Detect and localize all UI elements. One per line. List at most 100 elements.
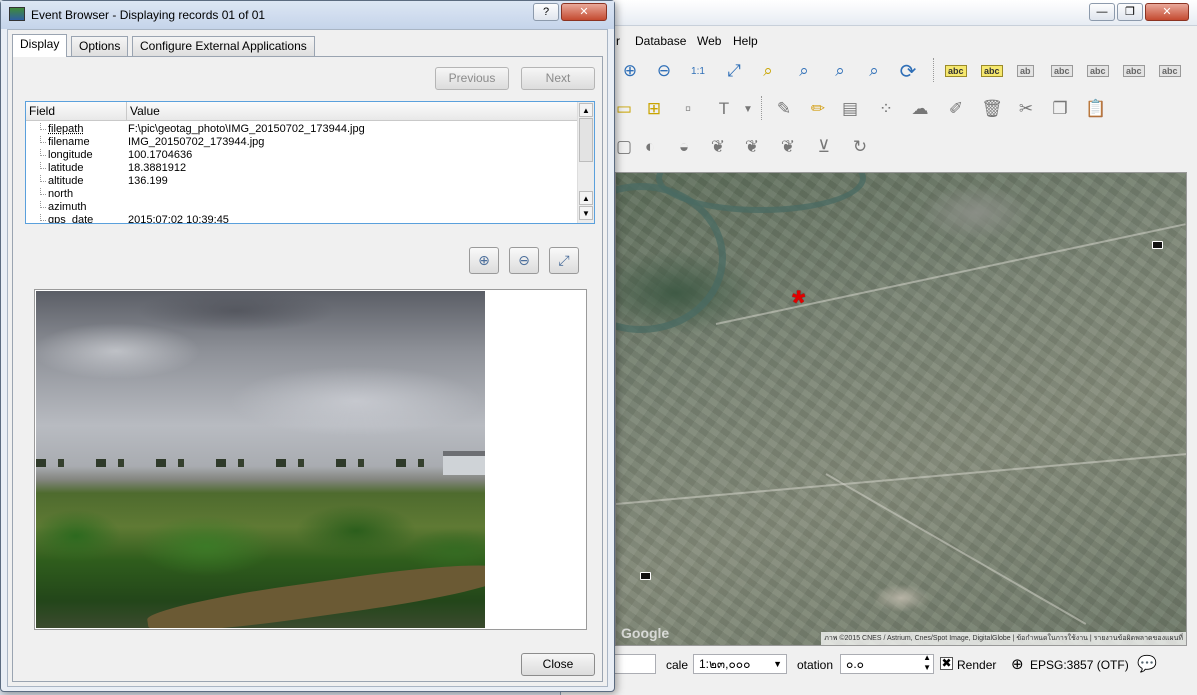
rotation-spinbox[interactable]: ๐.๐ ▲ ▼ xyxy=(840,653,934,674)
reshape-icon[interactable]: ❦ xyxy=(775,134,801,160)
table-row[interactable]: north xyxy=(26,188,578,201)
tab-configure-external-applications[interactable]: Configure External Applications xyxy=(132,36,315,56)
label-rotate-icon[interactable]: abc xyxy=(1087,65,1109,77)
camera-icon[interactable] xyxy=(640,572,651,580)
rotate-point-icon[interactable]: ↻ xyxy=(847,134,873,160)
zoom-next-icon[interactable]: ⌕ xyxy=(861,58,887,84)
offset-curve-icon[interactable]: ⊻ xyxy=(811,134,837,160)
zoom-native-icon[interactable]: 1:1 xyxy=(685,58,711,84)
field-name: latitude xyxy=(48,162,84,174)
menu-help[interactable]: Help xyxy=(733,34,758,48)
table-vertical-scrollbar[interactable]: ▲ ▲ ▼ xyxy=(577,102,594,223)
fill-ring-icon[interactable]: ◒ xyxy=(671,134,697,160)
delete-part-icon[interactable]: ❦ xyxy=(739,134,765,160)
label-pin-icon[interactable]: abc xyxy=(981,65,1003,77)
close-button[interactable]: Close xyxy=(521,653,595,676)
image-zoom-in-button[interactable]: ⊕ xyxy=(469,247,499,274)
tab-options[interactable]: Options xyxy=(71,36,129,56)
scale-combobox[interactable]: 1:๒๓,๐๐๐ ▼ xyxy=(693,654,787,674)
modify-attributes-icon[interactable]: ✐ xyxy=(943,96,969,122)
scroll-thumb[interactable] xyxy=(579,118,593,162)
advanced-digitizing-toolbar: ▢ ◐ ◒ ❦ ❦ ❦ ⊻ ↻ xyxy=(561,134,1197,168)
event-marker[interactable]: * xyxy=(792,286,805,320)
text-annotation-icon[interactable]: T xyxy=(711,96,737,122)
label-properties-icon[interactable]: abc xyxy=(1159,65,1181,77)
save-edits-icon[interactable]: ▤ xyxy=(837,96,863,122)
menu-bar: r Database Web Help xyxy=(561,30,1197,52)
image-zoom-fit-button[interactable]: ⤢ xyxy=(549,247,579,274)
table-row[interactable]: latitude 18.3881912 xyxy=(26,162,578,175)
menu-raster[interactable]: r xyxy=(616,34,620,48)
photo-viewer[interactable] xyxy=(34,289,587,630)
add-part-icon[interactable]: ⊞ xyxy=(641,96,667,122)
label-show-hide-icon[interactable]: abc xyxy=(1051,65,1073,77)
field-name: north xyxy=(48,188,74,200)
label-change-icon[interactable]: abc xyxy=(1123,65,1145,77)
label-move-icon[interactable]: ab xyxy=(1017,65,1034,77)
cut-icon[interactable]: ✂ xyxy=(1013,96,1039,122)
table-row[interactable]: altitude 136.199 xyxy=(26,175,578,188)
dialog-close-button[interactable]: ✕ xyxy=(561,3,607,21)
table-row[interactable]: longitude 100.1704636 xyxy=(26,149,578,162)
add-ring-icon[interactable]: ▫ xyxy=(675,96,701,122)
table-row[interactable]: gps_date 2015:07:02 10:39:45 xyxy=(26,214,578,223)
coordinate-field[interactable] xyxy=(610,654,656,674)
field-name: longitude xyxy=(48,149,93,161)
zoom-to-layer-icon[interactable]: ⌕ xyxy=(791,58,817,84)
tree-branch xyxy=(40,123,46,130)
field-name: azimuth xyxy=(48,201,87,213)
next-button[interactable]: Next xyxy=(521,67,595,90)
zoom-out-icon[interactable]: ⊖ xyxy=(651,58,677,84)
map-canvas[interactable]: * Google ภาพ ©2015 CNES / Astrium, Cnes/… xyxy=(615,172,1187,646)
table-row[interactable]: azimuth xyxy=(26,201,578,214)
maximize-button[interactable]: ❐ xyxy=(1117,3,1143,21)
crs-status[interactable]: EPSG:3857 (OTF) xyxy=(1030,658,1129,672)
toolbar-separator xyxy=(761,96,765,120)
camera-icon[interactable] xyxy=(1152,241,1163,249)
tab-display[interactable]: Display xyxy=(12,34,68,57)
crs-globe-icon[interactable]: ⊕ xyxy=(1011,655,1024,673)
help-button[interactable]: ? xyxy=(533,3,559,21)
photo-building xyxy=(443,451,485,475)
status-bar: cale 1:๒๓,๐๐๐ ▼ otation ๐.๐ ▲ ▼ ✖ Render … xyxy=(560,650,1197,680)
field-name: altitude xyxy=(48,175,84,187)
scroll-down-arrow-icon[interactable]: ▼ xyxy=(579,206,593,220)
field-column-header[interactable]: Field xyxy=(26,102,127,121)
copy-icon[interactable]: ❐ xyxy=(1047,96,1073,122)
menu-database[interactable]: Database xyxy=(635,34,686,48)
paste-icon[interactable]: 📋 xyxy=(1083,96,1109,122)
field-value: F:\pic\geotag_photo\IMG_20150702_173944.… xyxy=(128,123,365,135)
field-value: 100.1704636 xyxy=(128,149,193,161)
chevron-down-icon[interactable]: ▼ xyxy=(735,96,761,122)
zoom-to-selection-icon[interactable]: ⌕ xyxy=(755,58,781,84)
scroll-up-arrow-icon[interactable]: ▲ xyxy=(579,191,593,205)
menu-web[interactable]: Web xyxy=(697,34,721,48)
render-checkbox[interactable]: ✖ xyxy=(940,657,953,670)
move-feature-icon[interactable]: ☁ xyxy=(907,96,933,122)
chevron-down-icon[interactable]: ▼ xyxy=(773,655,782,673)
add-ring-2-icon[interactable]: ◐ xyxy=(637,134,663,160)
zoom-last-icon[interactable]: ⌕ xyxy=(827,58,853,84)
edits-icon[interactable]: ✎ xyxy=(771,96,797,122)
zoom-full-icon[interactable]: ⤢ xyxy=(721,58,747,84)
toggle-editing-icon[interactable]: ✏ xyxy=(805,96,831,122)
table-row[interactable]: filepath F:\pic\geotag_photo\IMG_2015070… xyxy=(26,123,578,136)
delete-ring-icon[interactable]: ❦ xyxy=(705,134,731,160)
zoom-in-icon[interactable]: ⊕ xyxy=(617,58,643,84)
value-column-header[interactable]: Value xyxy=(127,102,578,121)
minimize-button[interactable]: — xyxy=(1089,3,1115,21)
spin-arrows-icon[interactable]: ▲ ▼ xyxy=(923,653,931,673)
delete-icon[interactable]: 🗑 xyxy=(979,96,1005,122)
image-zoom-out-button[interactable]: ⊖ xyxy=(509,247,539,274)
dialog-title-bar: Event Browser - Displaying records 01 of… xyxy=(1,1,614,29)
attribute-table[interactable]: Field Value filepath F:\pic\geotag_photo… xyxy=(25,101,595,224)
table-row[interactable]: filename IMG_20150702_173944.jpg xyxy=(26,136,578,149)
messages-icon[interactable]: 💬 xyxy=(1137,654,1157,674)
refresh-icon[interactable]: ⟳ xyxy=(895,58,921,84)
label-tool-icon[interactable]: abc xyxy=(945,65,967,77)
qgis-close-button[interactable]: ✕ xyxy=(1145,3,1189,21)
previous-button[interactable]: Previous xyxy=(435,67,509,90)
node-tool-icon[interactable]: ⁘ xyxy=(873,96,899,122)
scroll-up-arrow-icon[interactable]: ▲ xyxy=(579,103,593,117)
tree-branch xyxy=(40,149,46,156)
